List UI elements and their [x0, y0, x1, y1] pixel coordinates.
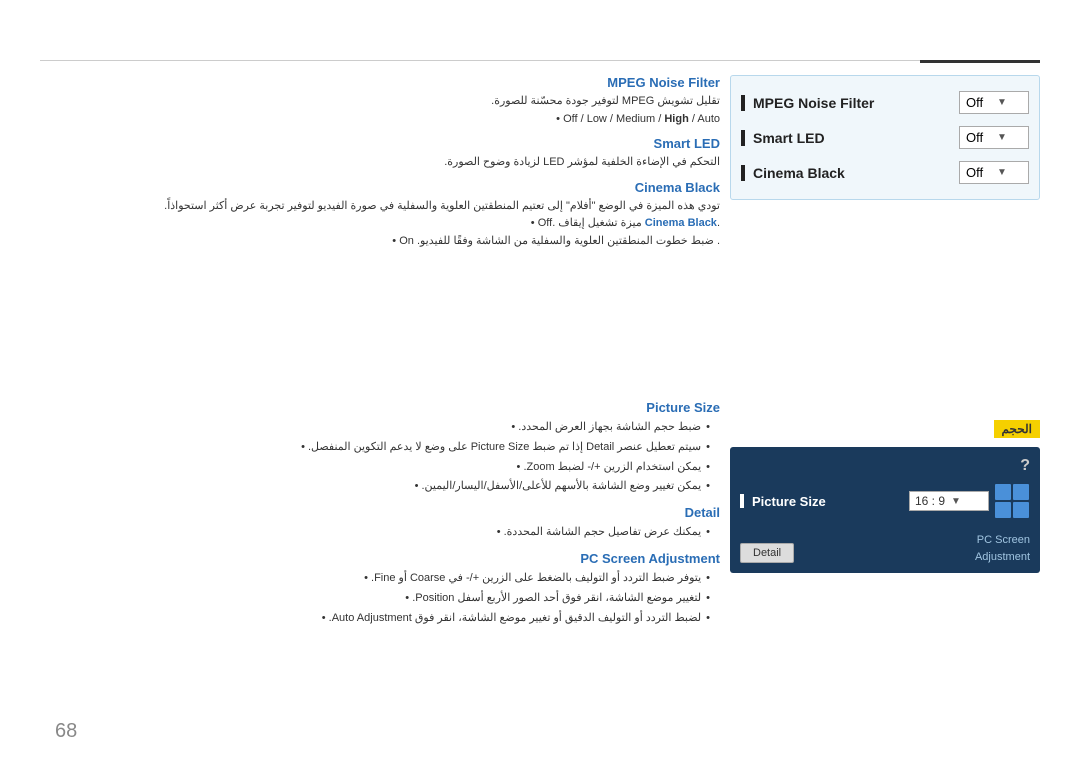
smart-led-title: Smart LED — [40, 136, 720, 151]
smart-led-select[interactable]: Off ▼ — [959, 126, 1029, 149]
pc-screen-area: PC Screen Adjustment — [975, 529, 1030, 563]
auto-adj-highlight: Auto Adjustment — [332, 612, 412, 624]
mpeg-filter-row: MPEG Noise Filter Off ▼ — [741, 91, 1029, 114]
smart-led-row: Smart LED Off ▼ — [741, 126, 1029, 149]
top-accent-line — [920, 60, 1040, 63]
cinema-black-row: Cinema Black Off ▼ — [741, 161, 1029, 184]
mpeg-filter-arrow: ▼ — [997, 97, 1022, 108]
mpeg-filter-select[interactable]: Off ▼ — [959, 91, 1029, 114]
cinema-black-section: Cinema Black تودي هذه الميزة في الوضع "أ… — [40, 180, 720, 251]
smart-led-label: Smart LED — [741, 130, 825, 146]
mpeg-options: Off / Low / Medium / High / Auto • — [40, 111, 720, 129]
mpeg-section: MPEG Noise Filter تقليل تشويش MPEG لتوفي… — [40, 75, 720, 128]
pc-adjustment-title: PC Screen Adjustment — [40, 551, 720, 566]
pc-bullet-1: يتوفر ضبط التردد أو التوليف بالضغط على ا… — [40, 569, 710, 589]
detail-section: Detail يمكنك عرض تفاصيل حجم الشاشة المحد… — [40, 505, 720, 543]
pc-screen-label: PC Screen — [975, 534, 1030, 546]
picture-size-title: Picture Size — [40, 400, 720, 415]
cinema-black-desc: تودي هذه الميزة في الوضع "أفلام" إلى تعت… — [40, 198, 720, 216]
pc-adjustment-section: PC Screen Adjustment يتوفر ضبط التردد أو… — [40, 551, 720, 628]
grid-icon — [994, 483, 1030, 519]
cinema-black-bold: Cinema Black — [645, 217, 717, 229]
smart-led-arrow: ▼ — [997, 132, 1022, 143]
mpeg-filter-label: MPEG Noise Filter — [741, 95, 874, 111]
ps-bullet-4: يمكن تغيير وضع الشاشة بالأسهم للأعلى/الأ… — [40, 477, 710, 497]
page-number: 68 — [55, 720, 77, 743]
pc-bullet-2: لتغيير موضع الشاشة، انقر فوق أحد الصور ا… — [40, 589, 710, 609]
detail-bullet-1: يمكنك عرض تفاصيل حجم الشاشة المحددة. • — [40, 523, 710, 543]
cinema-black-on: . ضبط خطوت المنطقتين العلوية والسفلية من… — [40, 233, 720, 251]
ps-highlight: Picture Size — [471, 441, 530, 453]
right-settings-panel: MPEG Noise Filter Off ▼ Smart LED Off ▼ … — [730, 75, 1040, 200]
cinema-black-arrow: ▼ — [997, 167, 1022, 178]
mpeg-high: High — [664, 113, 688, 125]
arabic-size-label: الحجم — [994, 420, 1040, 438]
fine-highlight: Fine — [374, 572, 395, 584]
smart-led-section: Smart LED التحكم في الإضاءة الخلفية لمؤش… — [40, 136, 720, 172]
pc-adjustment-bullets: يتوفر ضبط التردد أو التوليف بالضغط على ا… — [40, 569, 720, 628]
top-divider-line — [40, 60, 1040, 61]
coarse-highlight: Coarse — [410, 572, 445, 584]
mpeg-title: MPEG Noise Filter — [40, 75, 720, 90]
picture-size-panel-label: Picture Size — [740, 494, 826, 509]
picture-size-arrow: ▼ — [951, 496, 983, 507]
position-highlight: Position — [415, 592, 454, 604]
left-content-bottom: Picture Size ضبط حجم الشاشة بجهاز العرض … — [40, 400, 720, 636]
picture-size-section: Picture Size ضبط حجم الشاشة بجهاز العرض … — [40, 400, 720, 497]
cinema-black-label: Cinema Black — [741, 165, 845, 181]
cinema-black-title: Cinema Black — [40, 180, 720, 195]
ps-bullet-1: ضبط حجم الشاشة بجهاز العرض المحدد. • — [40, 418, 710, 438]
ps-bullet-2: سيتم تعطيل عنصر Detail إذا تم ضبط Pictur… — [40, 438, 710, 458]
right-picture-panel: الحجم ? Picture Size 16 : 9 ▼ — [730, 420, 1040, 573]
adjustment-label: Adjustment — [975, 551, 1030, 563]
help-question-mark[interactable]: ? — [740, 457, 1030, 475]
detail-bullets: يمكنك عرض تفاصيل حجم الشاشة المحددة. • — [40, 523, 720, 543]
ps-bullet-3: يمكن استخدام الزرين +/- لضبط Zoom. • — [40, 458, 710, 478]
zoom-highlight: Zoom — [527, 461, 555, 473]
picture-size-bullets: ضبط حجم الشاشة بجهاز العرض المحدد. • سيت… — [40, 418, 720, 497]
left-content-top: MPEG Noise Filter تقليل تشويش MPEG لتوفي… — [40, 75, 720, 259]
smart-led-desc: التحكم في الإضاءة الخلفية لمؤشر LED لزيا… — [40, 154, 720, 172]
picture-size-panel: ? Picture Size 16 : 9 ▼ — [730, 447, 1040, 573]
detail-button[interactable]: Detail — [740, 543, 794, 563]
mpeg-desc: تقليل تشويش MPEG لتوفير جودة محسّنة للصو… — [40, 93, 720, 111]
cinema-black-select[interactable]: Off ▼ — [959, 161, 1029, 184]
cinema-black-off: .Cinema Black ميزة تشغيل إيقاف .Off • — [40, 215, 720, 233]
picture-size-dropdown[interactable]: 16 : 9 ▼ — [909, 491, 989, 511]
detail-button-area: Detail — [740, 538, 794, 563]
detail-highlight: Detail — [586, 441, 614, 453]
pc-bullet-3: لضبط التردد أو التوليف الدقيق أو تغيير م… — [40, 609, 710, 629]
detail-title: Detail — [40, 505, 720, 520]
